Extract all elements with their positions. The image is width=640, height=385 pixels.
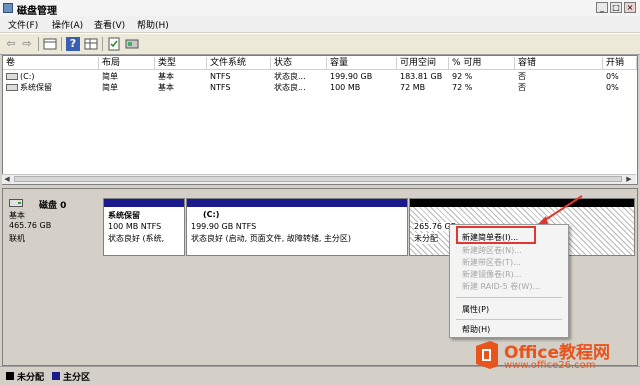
table-cell: 100 MB (330, 83, 361, 92)
legend-swatch-primary (52, 372, 60, 380)
table-cell: 0% (606, 72, 619, 81)
disk-type: 基本 (9, 211, 25, 220)
help-icon[interactable]: ? (66, 37, 80, 51)
partition-status: 未分配 (414, 233, 438, 244)
hard-disk-icon (9, 199, 23, 209)
disk-icon[interactable] (125, 37, 139, 51)
column-header[interactable]: 开销 (603, 57, 637, 69)
close-button[interactable]: × (624, 2, 636, 13)
partition-c[interactable]: (C:) 199.90 GB NTFS 状态良好 (启动, 页面文件, 故障转储… (186, 198, 408, 256)
table-cell: 状态良... (274, 83, 306, 92)
partition-status: 状态良好 (系统, (108, 234, 165, 243)
volume-name: (C:) (20, 72, 35, 81)
table-cell: 72 MB (400, 83, 426, 92)
table-cell: (C:) (3, 71, 99, 82)
partition-title: (C:) (203, 210, 220, 219)
menu-action[interactable]: 操作(A) (52, 18, 83, 31)
table-cell: NTFS (210, 72, 231, 81)
header-divider (3, 69, 637, 70)
watermark-logo: Office教程网 www.office26.com (470, 334, 636, 378)
disk-management-window: 磁盘管理 _ □ × 文件(F) 操作(A) 查看(V) 帮助(H) ⇦ ⇨ ?… (0, 0, 640, 385)
menu-item-properties[interactable]: 属性(P) (462, 304, 489, 315)
table-cell: 状态良... (274, 72, 306, 81)
menu-item-new-spanned-volume[interactable]: 新建跨区卷(N)... (462, 245, 522, 256)
disk-info[interactable]: 磁盘 0 基本 465.76 GB 联机 (5, 193, 101, 257)
table-cell: 199.90 GB (330, 72, 373, 81)
horizontal-scrollbar[interactable]: ◀ ▶ (2, 174, 636, 184)
column-header[interactable]: 类型 (155, 57, 207, 69)
scroll-thumb[interactable] (14, 176, 622, 182)
menu-help[interactable]: 帮助(H) (137, 18, 169, 31)
legend-label: 未分配 (17, 373, 45, 383)
partition-title: 系统保留 (108, 211, 140, 220)
table-cell: 基本 (158, 83, 174, 92)
table-cell: NTFS (210, 83, 231, 92)
column-header[interactable]: 容错 (515, 57, 603, 69)
column-header[interactable]: 卷 (3, 57, 99, 69)
menu-item-new-raid5-volume[interactable]: 新建 RAID-5 卷(W)... (462, 281, 540, 292)
column-header[interactable]: 状态 (271, 57, 327, 69)
legend-label: 主分区 (63, 373, 91, 383)
menu-view[interactable]: 查看(V) (94, 18, 125, 31)
office-logo-icon (474, 340, 500, 370)
disk-name: 磁盘 0 (39, 201, 67, 211)
table-cell: 72 % (452, 83, 473, 92)
column-header[interactable]: 文件系统 (207, 57, 271, 69)
menu-item-new-striped-volume[interactable]: 新建带区卷(T)... (462, 257, 521, 268)
grid2-icon[interactable] (84, 37, 98, 51)
partition-bar (104, 199, 184, 207)
drive-icon (6, 84, 18, 91)
grid-icon[interactable] (43, 37, 57, 51)
window-title: 磁盘管理 (17, 6, 57, 17)
menu-bar: 文件(F) 操作(A) 查看(V) 帮助(H) (0, 16, 640, 32)
column-header[interactable]: 布局 (99, 57, 155, 69)
toolbar-separator (102, 37, 103, 51)
column-header[interactable]: 可用空间 (397, 57, 449, 69)
table-cell: 92 % (452, 72, 473, 81)
legend-swatch-unallocated (6, 372, 14, 380)
menu-separator (456, 319, 562, 320)
menu-separator (456, 297, 562, 298)
table-cell: 183.81 GB (400, 72, 443, 81)
toolbar-separator (61, 37, 62, 51)
column-header[interactable]: % 可用 (449, 57, 515, 69)
partition-bar (410, 199, 634, 207)
properties-icon[interactable] (107, 37, 121, 51)
disk-size: 465.76 GB (9, 221, 52, 230)
table-cell: 系统保留 (3, 82, 99, 93)
table-cell: 简单 (102, 83, 118, 92)
table-cell: 否 (518, 72, 526, 81)
scroll-right-icon[interactable]: ▶ (624, 175, 634, 184)
volume-list: 卷 布局 类型 文件系统 状态 容量 可用空间 % 可用 容错 开销 (C:) … (2, 55, 638, 185)
partition-system-reserved[interactable]: 系统保留 100 MB NTFS 状态良好 (系统, (103, 198, 185, 256)
highlight-box (456, 226, 536, 244)
menu-item-new-mirrored-volume[interactable]: 新建镜像卷(R)... (462, 269, 521, 280)
app-icon (3, 3, 13, 13)
partition-size: 100 MB NTFS (108, 222, 162, 231)
table-cell: 否 (518, 83, 526, 92)
toolbar: ⇦ ⇨ ? (0, 33, 640, 55)
menu-file[interactable]: 文件(F) (8, 18, 38, 31)
watermark-url: www.office26.com (504, 360, 596, 371)
partition-status: 状态良好 (启动, 页面文件, 故障转储, 主分区) (191, 234, 352, 243)
toolbar-separator (38, 37, 39, 51)
maximize-button[interactable]: □ (610, 2, 622, 13)
column-header[interactable]: 容量 (327, 57, 397, 69)
title-bar: 磁盘管理 _ □ × (0, 0, 640, 17)
scroll-left-icon[interactable]: ◀ (2, 175, 12, 184)
table-cell: 基本 (158, 72, 174, 81)
table-cell: 0% (606, 83, 619, 92)
back-arrow-icon[interactable]: ⇦ (4, 37, 18, 51)
drive-icon (6, 73, 18, 80)
disk-status: 联机 (9, 234, 25, 243)
partition-size: 199.90 GB NTFS (191, 222, 257, 231)
partition-bar (187, 199, 407, 207)
minimize-button[interactable]: _ (596, 2, 608, 13)
forward-arrow-icon[interactable]: ⇨ (20, 37, 34, 51)
table-cell: 简单 (102, 72, 118, 81)
volume-name: 系统保留 (20, 83, 52, 92)
